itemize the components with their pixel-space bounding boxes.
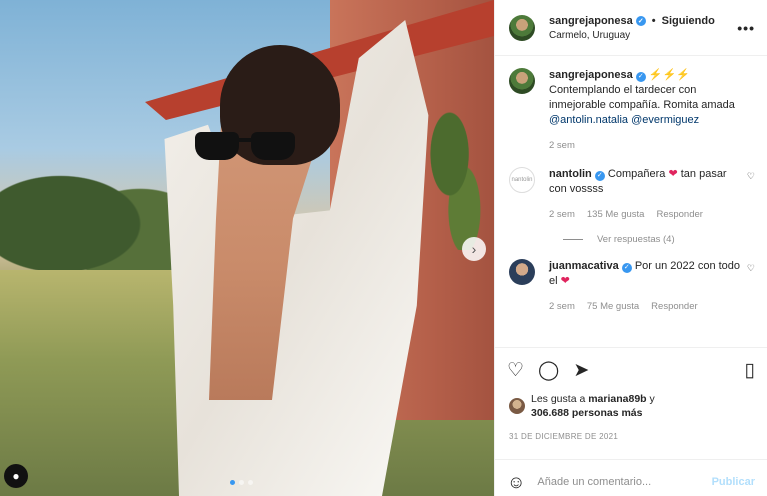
following-button[interactable]: Siguiendo [662,15,715,27]
comment-text: Compañera [607,168,666,180]
comment-time[interactable]: 2 sem [549,299,575,314]
comment-like-heart-icon[interactable]: ♡ [747,263,755,314]
post-details-panel: sangrejaponesa ✓ • Siguiendo Carmelo, Ur… [494,0,767,496]
liker-avatar[interactable] [509,398,525,414]
likes-middle: y [649,393,655,405]
emoji-icon[interactable]: ☺ [507,472,525,493]
verified-badge-icon: ✓ [635,71,646,82]
post-header: sangrejaponesa ✓ • Siguiendo Carmelo, Ur… [495,0,767,56]
comment-item: juanmacativa ✓ Por un 2022 con todo el ❤… [509,259,755,314]
comment-time[interactable]: 2 sem [549,207,575,222]
liker-username[interactable]: mariana89b [588,393,646,405]
send-icon[interactable]: ➤ [573,361,589,380]
commenter-avatar[interactable]: nantolin [509,167,535,193]
likes-summary[interactable]: Les gusta a mariana89b y 306.688 persona… [495,392,767,420]
add-comment-bar: ☺ Publicar [495,460,767,496]
post-photo[interactable]: › ● [0,0,494,496]
verified-badge-icon: ✓ [621,262,632,273]
comment-like-heart-icon[interactable]: ♡ [747,171,755,222]
reply-button[interactable]: Responder [656,207,702,222]
comment-username[interactable]: nantolin [549,168,592,180]
replies-line [563,239,583,240]
author-username[interactable]: sangrejaponesa [549,15,633,27]
carousel-dot [239,480,244,485]
post-location[interactable]: Carmelo, Uruguay [549,30,737,41]
mention-link[interactable]: @evermiguez [631,114,699,126]
more-options-icon[interactable]: ••• [737,20,755,36]
commenter-avatar[interactable] [509,259,535,285]
carousel-dot [248,480,253,485]
comment-icon[interactable]: ◯ [538,361,559,380]
comment-item: nantolin nantolin ✓ Compañera ❤ tan pasa… [509,167,755,222]
view-replies-button[interactable]: Ver respuestas (4) [563,234,755,245]
verified-badge-icon: ✓ [594,170,605,181]
caption: sangrejaponesa ✓ ⚡⚡⚡ Contemplando el tar… [509,68,755,153]
heart-emoji: ❤ [560,275,570,287]
likes-prefix: Les gusta a [531,393,586,405]
publish-button[interactable]: Publicar [712,476,755,488]
mention-link[interactable]: @antolin.natalia [549,114,628,126]
carousel-dot-active [230,480,235,485]
author-avatar[interactable] [509,14,535,41]
view-replies-label: Ver respuestas (4) [597,234,675,245]
comments-list[interactable]: sangrejaponesa ✓ ⚡⚡⚡ Contemplando el tar… [495,56,767,348]
comment-input[interactable] [537,476,700,488]
comment-username[interactable]: juanmacativa [549,260,619,272]
chevron-right-icon[interactable]: › [462,237,486,261]
post-date[interactable]: 31 DE DICIEMBRE DE 2021 [495,420,767,460]
caption-text: Contemplando el tardecer con inmejorable… [549,84,735,111]
comment-likes[interactable]: 135 Me gusta [587,207,645,222]
bookmark-icon[interactable]: ▯ [745,361,755,380]
ivy-plant [420,90,494,250]
likes-count[interactable]: 306.688 personas más [531,407,643,419]
comment-likes[interactable]: 75 Me gusta [587,299,639,314]
lightning-emoji: ⚡⚡⚡ [648,69,690,81]
author-avatar[interactable] [509,68,535,94]
sunglasses [195,132,305,162]
user-tag-icon[interactable]: ● [4,464,28,488]
caption-time[interactable]: 2 sem [549,138,575,153]
post-actions: ♡ ◯ ➤ ▯ [495,348,767,392]
reply-button[interactable]: Responder [651,299,697,314]
separator-dot: • [651,14,656,27]
caption-username[interactable]: sangrejaponesa [549,69,633,81]
carousel-dots [230,480,253,485]
verified-badge-icon: ✓ [635,15,646,26]
heart-icon[interactable]: ♡ [507,361,524,380]
heart-emoji: ❤ [668,168,678,180]
